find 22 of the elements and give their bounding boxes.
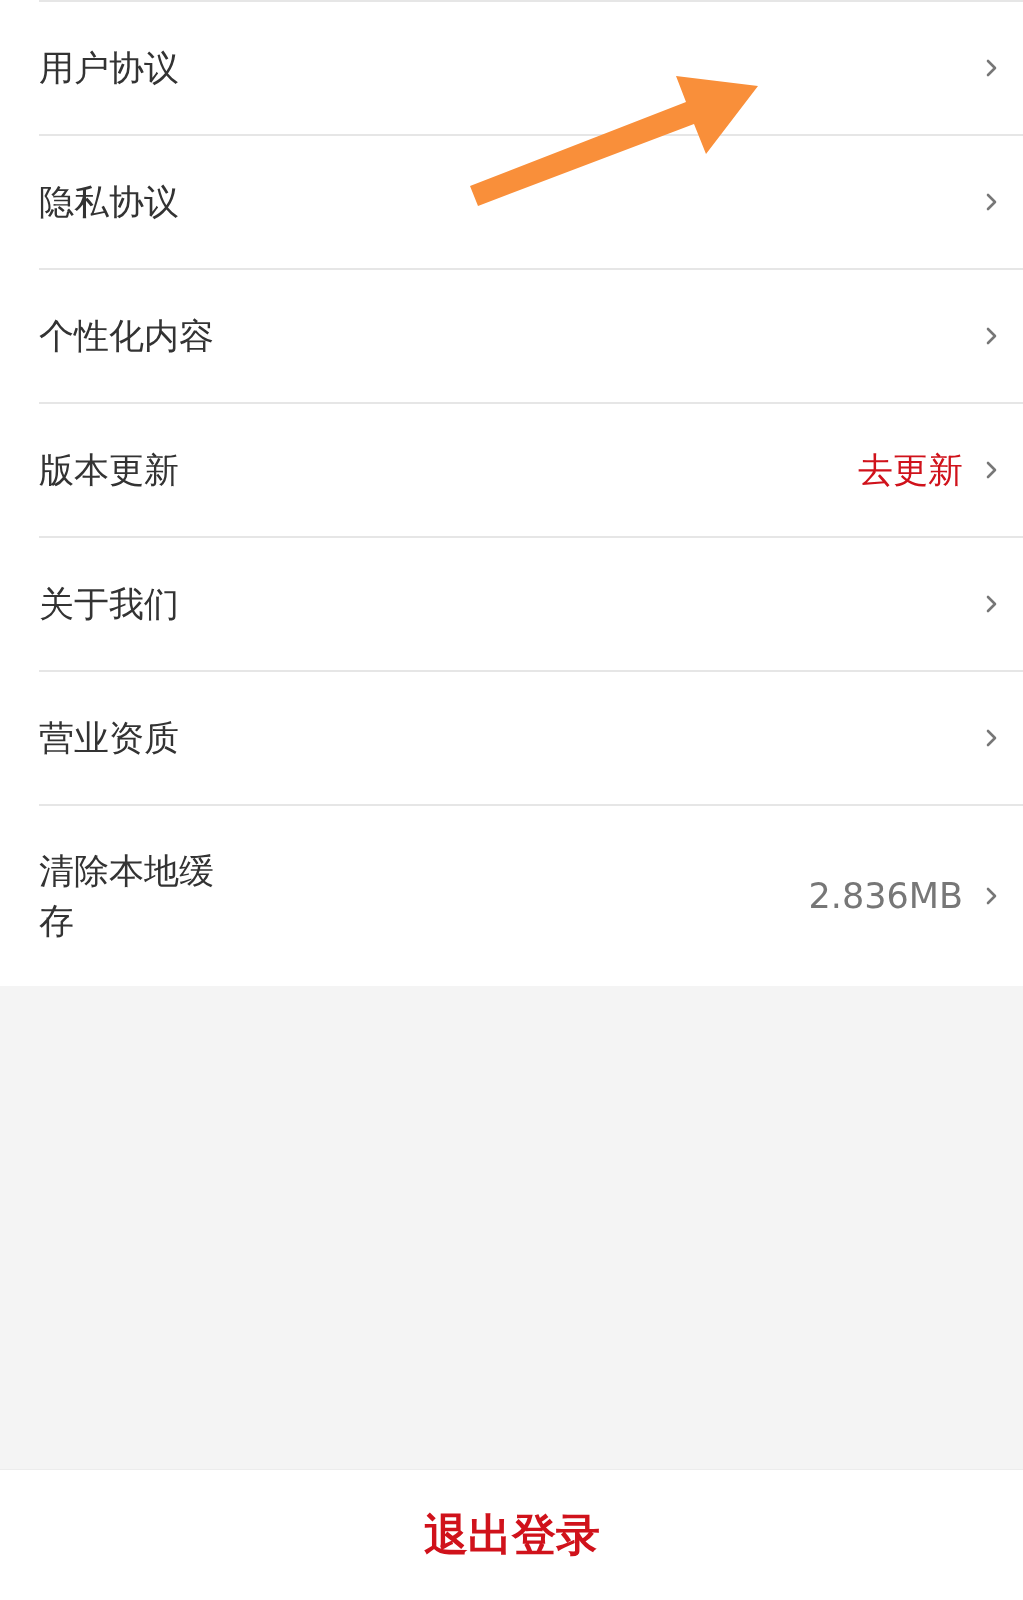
chevron-icon <box>985 191 999 213</box>
settings-item[interactable]: 清除本地缓存 2.836MB <box>39 804 1023 986</box>
logout-button[interactable]: 退出登录 <box>403 1495 620 1575</box>
chevron-icon <box>985 885 999 907</box>
item-label: 个性化内容 <box>39 315 215 358</box>
item-value: 去更新 <box>858 448 963 492</box>
chevron-icon <box>985 459 999 481</box>
settings-item[interactable]: 版本更新 去更新 <box>39 402 1023 536</box>
item-label: 版本更新 <box>39 449 180 492</box>
settings-item[interactable]: 营业资质 <box>39 670 1023 804</box>
item-label: 隐私协议 <box>39 181 180 224</box>
item-label: 关于我们 <box>39 583 180 626</box>
item-value: 2.836MB <box>808 876 963 916</box>
item-label: 用户协议 <box>39 47 180 90</box>
item-label: 清除本地缓存 <box>39 850 215 943</box>
chevron-icon <box>985 727 999 749</box>
settings-item[interactable]: 关于我们 <box>39 536 1023 670</box>
settings-item[interactable]: 个性化内容 <box>39 268 1023 402</box>
chevron-icon <box>985 325 999 347</box>
chevron-icon <box>985 57 999 79</box>
item-label: 营业资质 <box>39 717 180 760</box>
chevron-icon <box>985 593 999 615</box>
